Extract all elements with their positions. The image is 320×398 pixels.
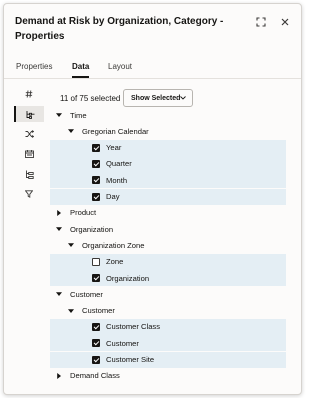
expand-icon[interactable] xyxy=(256,17,266,27)
tree-row-label: Time xyxy=(70,110,87,120)
tree-row-label: Demand Class xyxy=(70,371,120,381)
caret-down-icon[interactable] xyxy=(56,291,62,297)
caret-down-icon[interactable] xyxy=(56,112,62,118)
tree-row-label: Customer xyxy=(70,289,103,299)
caret-right-icon[interactable] xyxy=(56,372,62,379)
tree-row-label: Quarter xyxy=(106,159,132,169)
tree-row[interactable]: Customer xyxy=(50,303,286,319)
checkbox[interactable] xyxy=(92,159,100,168)
checkbox[interactable] xyxy=(92,176,100,185)
hierarchy-icon[interactable] xyxy=(14,106,44,122)
tree-row[interactable]: Time xyxy=(50,107,286,123)
caret-down-icon[interactable] xyxy=(68,308,74,314)
hash-icon[interactable] xyxy=(14,86,44,102)
properties-dialog: Demand at Risk by Organization, Category… xyxy=(3,3,302,395)
tab-divider xyxy=(4,78,301,79)
tab-properties[interactable]: Properties xyxy=(16,60,52,74)
filter-icon[interactable] xyxy=(14,186,44,202)
side-rail xyxy=(4,82,44,394)
tree-row-label: Organization xyxy=(106,273,150,283)
tab-layout[interactable]: Layout xyxy=(108,60,132,74)
calendar-icon[interactable] xyxy=(14,146,44,162)
tree-row-label: Product xyxy=(70,208,97,218)
tree-row[interactable]: Customer Class xyxy=(50,318,286,335)
tree-row-label: Day xyxy=(106,192,120,201)
show-selected-label: Show Selected xyxy=(131,94,181,102)
checkbox[interactable] xyxy=(92,274,100,282)
tree-row-label: Year xyxy=(106,143,122,153)
tree-row-label: Customer Class xyxy=(106,322,161,332)
tree-row[interactable]: Customer xyxy=(50,286,286,302)
tree-row[interactable]: Organization xyxy=(50,270,286,286)
tree-row-label: Month xyxy=(106,175,128,185)
tree-row[interactable]: Customer Site xyxy=(50,351,286,368)
tree-row-label: Customer xyxy=(106,338,139,348)
close-icon[interactable] xyxy=(280,17,290,27)
tree-row[interactable]: Day xyxy=(50,188,286,205)
checkbox[interactable] xyxy=(92,143,100,152)
dialog-title: Demand at Risk by Organization, Category… xyxy=(15,16,224,42)
tree-row-label: Customer xyxy=(82,306,115,316)
chevron-down-icon xyxy=(180,96,186,100)
tree-row[interactable]: Zone xyxy=(50,253,286,270)
tree-row[interactable]: Customer xyxy=(50,335,286,352)
tree-row[interactable]: Quarter xyxy=(50,155,286,172)
checkbox[interactable] xyxy=(92,192,100,201)
tree-row[interactable]: Product xyxy=(50,205,286,221)
tree-row-label: Organization xyxy=(70,224,114,234)
tree-row[interactable]: Year xyxy=(50,139,286,156)
tree-row-label: Zone xyxy=(106,257,124,267)
show-selected-button[interactable]: Show Selected xyxy=(123,89,193,107)
checkbox[interactable] xyxy=(92,322,100,331)
tree-row[interactable]: Gregorian Calendar xyxy=(50,123,286,139)
checkbox[interactable] xyxy=(92,257,100,266)
tree-row[interactable]: Month xyxy=(50,172,286,189)
tree-row-label: Organization Zone xyxy=(82,240,145,250)
tree-row[interactable]: Organization xyxy=(50,221,286,237)
caret-right-icon[interactable] xyxy=(56,209,62,216)
caret-down-icon[interactable] xyxy=(68,242,74,248)
shuffle-icon[interactable] xyxy=(14,126,44,142)
checkbox[interactable] xyxy=(92,339,100,348)
tree-row-label: Gregorian Calendar xyxy=(82,126,149,136)
tree-row-label: Customer Site xyxy=(106,355,155,364)
tree-icon[interactable] xyxy=(14,166,44,182)
caret-down-icon[interactable] xyxy=(56,226,62,232)
tree-row[interactable]: Organization Zone xyxy=(50,237,286,253)
tab-data[interactable]: Data xyxy=(72,60,90,78)
selection-count: 11 of 75 selected xyxy=(60,94,121,103)
checkbox[interactable] xyxy=(92,355,100,364)
caret-down-icon[interactable] xyxy=(68,128,74,134)
tree-row[interactable]: Demand Class xyxy=(50,368,286,384)
